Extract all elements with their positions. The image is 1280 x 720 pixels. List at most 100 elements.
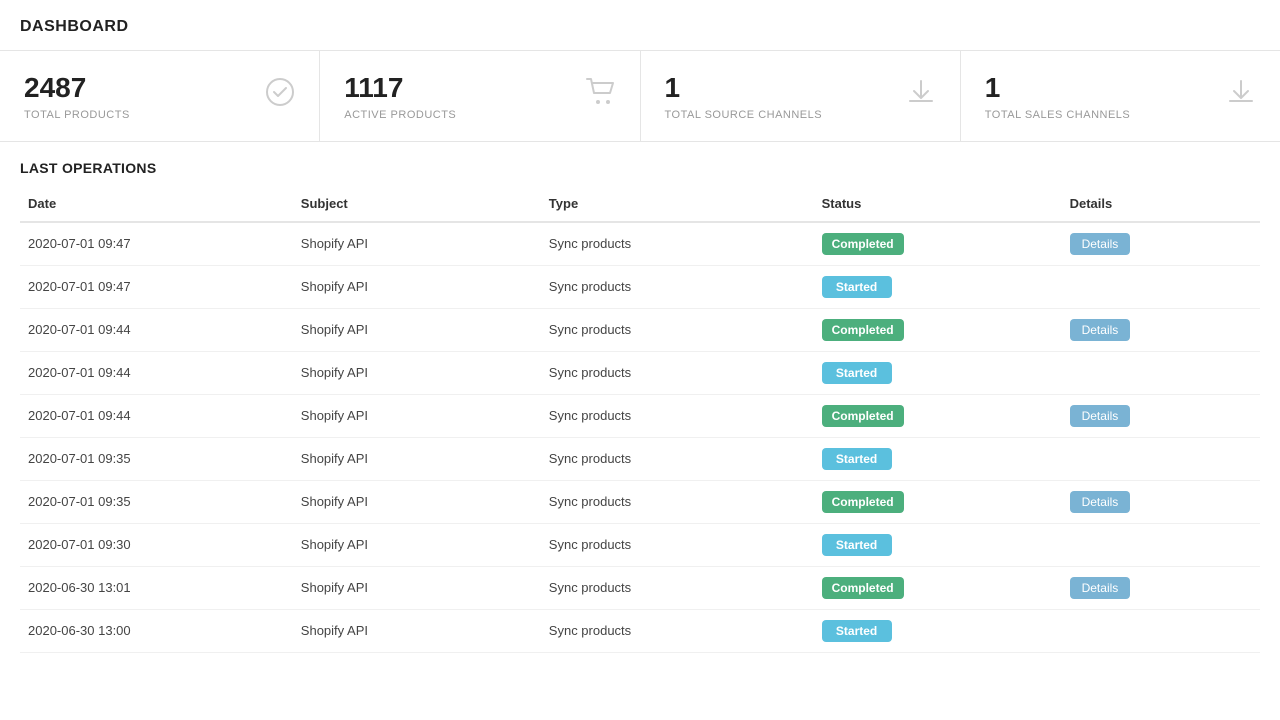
cell-details bbox=[1062, 265, 1260, 308]
status-badge: Started bbox=[822, 620, 892, 642]
cell-status: Started bbox=[814, 523, 1062, 566]
status-badge: Completed bbox=[822, 319, 904, 341]
table-row: 2020-06-30 13:01 Shopify API Sync produc… bbox=[20, 566, 1260, 609]
table-row: 2020-07-01 09:44 Shopify API Sync produc… bbox=[20, 308, 1260, 351]
cell-details bbox=[1062, 351, 1260, 394]
cell-details[interactable]: Details bbox=[1062, 222, 1260, 266]
page-header: DASHBOARD bbox=[0, 0, 1280, 51]
details-button[interactable]: Details bbox=[1070, 233, 1131, 255]
cell-date: 2020-06-30 13:00 bbox=[20, 609, 293, 652]
cell-type: Sync products bbox=[541, 437, 814, 480]
cell-date: 2020-07-01 09:44 bbox=[20, 351, 293, 394]
status-badge: Completed bbox=[822, 233, 904, 255]
total-sales-channels-number: 1 bbox=[985, 71, 1131, 105]
stat-card-total-sales-channels: 1 TOTAL SALES CHANNELS bbox=[961, 51, 1280, 141]
cart-icon bbox=[586, 78, 616, 113]
sales-icon bbox=[1226, 77, 1256, 114]
cell-type: Sync products bbox=[541, 394, 814, 437]
total-products-label: TOTAL PRODUCTS bbox=[24, 109, 130, 121]
cell-date: 2020-07-01 09:35 bbox=[20, 437, 293, 480]
total-source-channels-label: TOTAL SOURCE CHANNELS bbox=[665, 109, 823, 121]
active-products-number: 1117 bbox=[344, 71, 456, 105]
status-badge: Started bbox=[822, 276, 892, 298]
stats-row: 2487 TOTAL PRODUCTS 1117 ACTIVE PRODUCTS bbox=[0, 51, 1280, 142]
page-title: DASHBOARD bbox=[20, 18, 1260, 36]
cell-status: Completed bbox=[814, 566, 1062, 609]
cell-subject: Shopify API bbox=[293, 523, 541, 566]
cell-subject: Shopify API bbox=[293, 394, 541, 437]
cell-status: Started bbox=[814, 609, 1062, 652]
cell-subject: Shopify API bbox=[293, 566, 541, 609]
status-badge: Started bbox=[822, 448, 892, 470]
cell-date: 2020-07-01 09:47 bbox=[20, 222, 293, 266]
status-badge: Started bbox=[822, 362, 892, 384]
cell-date: 2020-07-01 09:30 bbox=[20, 523, 293, 566]
cell-status: Started bbox=[814, 437, 1062, 480]
cell-details bbox=[1062, 609, 1260, 652]
total-source-channels-number: 1 bbox=[665, 71, 823, 105]
cell-type: Sync products bbox=[541, 222, 814, 266]
checkmark-circle-icon bbox=[265, 77, 295, 114]
table-row: 2020-07-01 09:47 Shopify API Sync produc… bbox=[20, 222, 1260, 266]
cell-subject: Shopify API bbox=[293, 308, 541, 351]
active-products-label: ACTIVE PRODUCTS bbox=[344, 109, 456, 121]
operations-table: Date Subject Type Status Details 2020-07… bbox=[20, 186, 1260, 653]
col-header-date: Date bbox=[20, 186, 293, 222]
col-header-type: Type bbox=[541, 186, 814, 222]
status-badge: Completed bbox=[822, 405, 904, 427]
col-header-subject: Subject bbox=[293, 186, 541, 222]
section-title: LAST OPERATIONS bbox=[20, 160, 1260, 176]
cell-status: Completed bbox=[814, 394, 1062, 437]
details-button[interactable]: Details bbox=[1070, 491, 1131, 513]
cell-date: 2020-07-01 09:44 bbox=[20, 394, 293, 437]
status-badge: Started bbox=[822, 534, 892, 556]
table-row: 2020-07-01 09:30 Shopify API Sync produc… bbox=[20, 523, 1260, 566]
cell-subject: Shopify API bbox=[293, 609, 541, 652]
table-row: 2020-07-01 09:47 Shopify API Sync produc… bbox=[20, 265, 1260, 308]
cell-details bbox=[1062, 523, 1260, 566]
cell-type: Sync products bbox=[541, 351, 814, 394]
cell-type: Sync products bbox=[541, 566, 814, 609]
cell-details[interactable]: Details bbox=[1062, 566, 1260, 609]
cell-details[interactable]: Details bbox=[1062, 480, 1260, 523]
col-header-details: Details bbox=[1062, 186, 1260, 222]
col-header-status: Status bbox=[814, 186, 1062, 222]
cell-type: Sync products bbox=[541, 265, 814, 308]
cell-subject: Shopify API bbox=[293, 265, 541, 308]
cell-type: Sync products bbox=[541, 609, 814, 652]
cell-subject: Shopify API bbox=[293, 222, 541, 266]
operations-table-container: Date Subject Type Status Details 2020-07… bbox=[0, 186, 1280, 653]
stat-card-active-products: 1117 ACTIVE PRODUCTS bbox=[320, 51, 640, 141]
cell-status: Completed bbox=[814, 222, 1062, 266]
cell-status: Completed bbox=[814, 308, 1062, 351]
cell-subject: Shopify API bbox=[293, 480, 541, 523]
section-header: LAST OPERATIONS bbox=[0, 142, 1280, 186]
cell-details[interactable]: Details bbox=[1062, 394, 1260, 437]
table-row: 2020-07-01 09:44 Shopify API Sync produc… bbox=[20, 394, 1260, 437]
table-row: 2020-06-30 13:00 Shopify API Sync produc… bbox=[20, 609, 1260, 652]
cell-date: 2020-07-01 09:44 bbox=[20, 308, 293, 351]
cell-date: 2020-06-30 13:01 bbox=[20, 566, 293, 609]
details-button[interactable]: Details bbox=[1070, 319, 1131, 341]
stat-card-total-source-channels: 1 TOTAL SOURCE CHANNELS bbox=[641, 51, 961, 141]
cell-type: Sync products bbox=[541, 523, 814, 566]
table-header-row: Date Subject Type Status Details bbox=[20, 186, 1260, 222]
table-row: 2020-07-01 09:35 Shopify API Sync produc… bbox=[20, 437, 1260, 480]
details-button[interactable]: Details bbox=[1070, 405, 1131, 427]
total-products-number: 2487 bbox=[24, 71, 130, 105]
cell-status: Started bbox=[814, 351, 1062, 394]
cell-type: Sync products bbox=[541, 480, 814, 523]
cell-date: 2020-07-01 09:35 bbox=[20, 480, 293, 523]
download-icon bbox=[906, 77, 936, 114]
total-sales-channels-label: TOTAL SALES CHANNELS bbox=[985, 109, 1131, 121]
table-row: 2020-07-01 09:35 Shopify API Sync produc… bbox=[20, 480, 1260, 523]
cell-details bbox=[1062, 437, 1260, 480]
page-container: DASHBOARD 2487 TOTAL PRODUCTS 1117 ACTIV… bbox=[0, 0, 1280, 720]
cell-date: 2020-07-01 09:47 bbox=[20, 265, 293, 308]
cell-subject: Shopify API bbox=[293, 437, 541, 480]
cell-subject: Shopify API bbox=[293, 351, 541, 394]
cell-details[interactable]: Details bbox=[1062, 308, 1260, 351]
cell-type: Sync products bbox=[541, 308, 814, 351]
table-row: 2020-07-01 09:44 Shopify API Sync produc… bbox=[20, 351, 1260, 394]
details-button[interactable]: Details bbox=[1070, 577, 1131, 599]
